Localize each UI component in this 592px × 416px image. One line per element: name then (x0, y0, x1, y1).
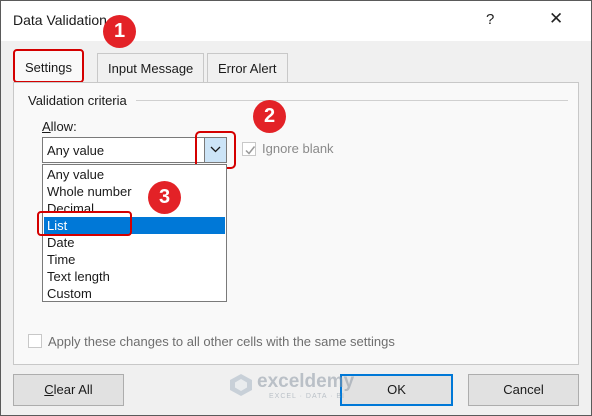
close-button[interactable]: ✕ (549, 9, 563, 29)
ignore-blank-label: Ignore blank (262, 141, 334, 156)
step-marker-3: 3 (148, 181, 181, 214)
list-item-any-value[interactable]: Any value (44, 166, 225, 183)
help-button[interactable]: ? (486, 11, 494, 28)
watermark-logo-icon (230, 374, 252, 396)
allow-label-accesskey: A (42, 119, 51, 134)
tab-error-alert[interactable]: Error Alert (207, 53, 288, 83)
list-option-highlight (37, 211, 132, 236)
checkmark-icon (245, 146, 256, 155)
validation-criteria-label: Validation criteria (28, 93, 127, 108)
title-bar: Data Validation ? ✕ (1, 1, 591, 41)
clear-all-accesskey: C (44, 382, 54, 397)
data-validation-dialog: Data Validation ? ✕ Settings Input Messa… (0, 0, 592, 416)
list-item-time[interactable]: Time (44, 251, 225, 268)
apply-to-all-checkbox[interactable] (28, 334, 42, 348)
step-marker-1: 1 (103, 15, 136, 48)
ignore-blank-checkbox[interactable] (242, 142, 256, 156)
allow-label-text: llow: (50, 119, 77, 134)
tab-input-message[interactable]: Input Message (97, 53, 205, 83)
list-item-date[interactable]: Date (44, 234, 225, 251)
list-item-text-length[interactable]: Text length (44, 268, 225, 285)
settings-panel: Validation criteria Allow: Any value Ign… (13, 82, 579, 365)
watermark-tagline: EXCEL · DATA · BI (269, 393, 345, 400)
clear-all-label: lear All (53, 382, 93, 397)
dialog-title: Data Validation (13, 12, 107, 28)
allow-label: Allow: (42, 119, 77, 134)
tab-settings[interactable]: Settings (13, 49, 84, 83)
ok-button[interactable]: OK (340, 374, 453, 406)
clear-all-button[interactable]: Clear All (13, 374, 124, 406)
apply-to-all-label: Apply these changes to all other cells w… (48, 334, 395, 349)
allow-dropdown-value: Any value (47, 143, 105, 158)
list-item-whole-number[interactable]: Whole number (44, 183, 225, 200)
list-item-custom[interactable]: Custom (44, 285, 225, 302)
watermark-name: exceldemy (257, 371, 355, 392)
cancel-button[interactable]: Cancel (468, 374, 579, 406)
step-marker-2: 2 (253, 100, 286, 133)
group-divider (136, 100, 568, 101)
